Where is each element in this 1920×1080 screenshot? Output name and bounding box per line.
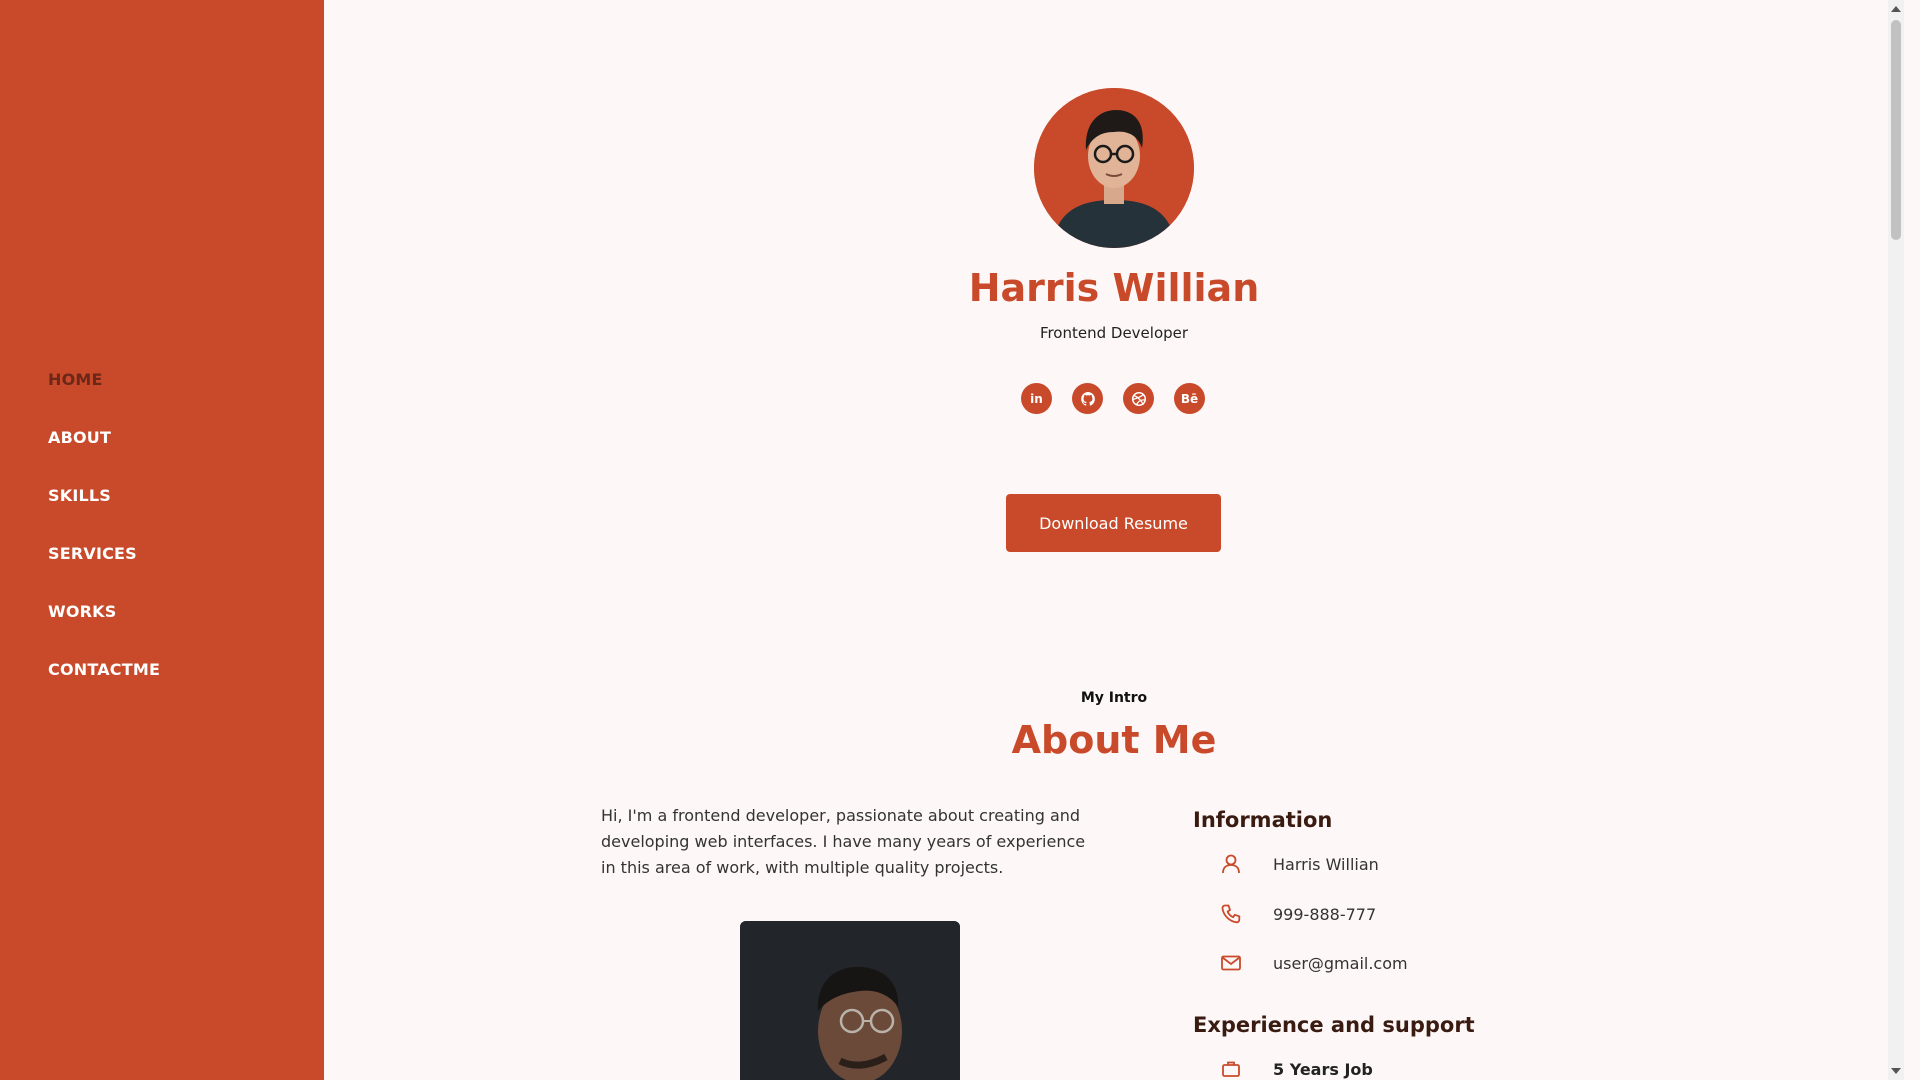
dribbble-icon[interactable] [1123, 383, 1154, 414]
main-content: Harris Willian Frontend Developer in Bē … [324, 0, 1904, 1080]
information-heading: Information [1193, 808, 1333, 832]
info-row-phone: 999-888-777 [1217, 900, 1376, 928]
download-resume-button[interactable]: Download Resume [1006, 494, 1221, 552]
user-icon [1217, 850, 1245, 878]
linkedin-icon[interactable]: in [1021, 383, 1052, 414]
nav-item-services[interactable]: SERVICES [48, 540, 160, 568]
github-icon[interactable] [1072, 383, 1103, 414]
nav-item-skills[interactable]: SKILLS [48, 482, 160, 510]
info-email-value: user@gmail.com [1273, 953, 1408, 973]
nav-item-home[interactable]: HOME [48, 366, 160, 394]
experience-heading: Experience and support [1193, 1013, 1475, 1037]
section-title: About Me [1011, 718, 1217, 762]
nav-item-contactme[interactable]: CONTACTME [48, 656, 160, 684]
info-row-email: user@gmail.com [1217, 949, 1408, 977]
page-scrollbar[interactable] [1888, 0, 1904, 1080]
section-subtitle: My Intro [1080, 690, 1148, 706]
behance-glyph: Bē [1180, 391, 1199, 406]
profile-avatar [1034, 88, 1194, 248]
about-photo [740, 921, 960, 1080]
sidebar-nav: HOME ABOUT SKILLS SERVICES WORKS CONTACT… [48, 366, 160, 714]
linkedin-glyph: in [1030, 391, 1043, 406]
info-row-name: Harris Willian [1217, 850, 1379, 878]
scroll-down-arrow-icon[interactable] [1891, 1068, 1901, 1074]
social-links: in Bē [1021, 383, 1205, 414]
scrollbar-thumb[interactable] [1891, 20, 1901, 240]
hero-role: Frontend Developer [1039, 324, 1189, 342]
phone-icon [1217, 900, 1245, 928]
mail-icon [1217, 949, 1245, 977]
info-name-value: Harris Willian [1273, 854, 1379, 874]
nav-item-about[interactable]: ABOUT [48, 424, 160, 452]
about-description: Hi, I'm a frontend developer, passionate… [601, 806, 1086, 877]
experience-years-value: 5 Years Job [1273, 1059, 1373, 1079]
nav-item-works[interactable]: WORKS [48, 598, 160, 626]
sidebar: HOME ABOUT SKILLS SERVICES WORKS CONTACT… [0, 0, 324, 1080]
scroll-up-arrow-icon[interactable] [1891, 6, 1901, 12]
behance-icon[interactable]: Bē [1174, 383, 1205, 414]
info-row-experience: 5 Years Job [1217, 1055, 1373, 1080]
hero-name: Harris Willian [968, 266, 1260, 310]
briefcase-icon [1217, 1055, 1245, 1080]
info-phone-value: 999-888-777 [1273, 904, 1377, 924]
